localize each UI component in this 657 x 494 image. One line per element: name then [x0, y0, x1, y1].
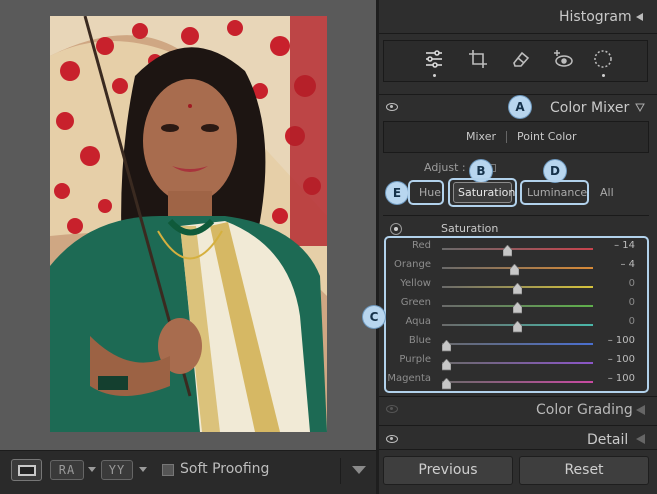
loupe-view-icon	[18, 465, 36, 476]
slider-value[interactable]: – 100	[608, 354, 635, 365]
slider-value[interactable]: 0	[629, 278, 635, 289]
slider-thumb[interactable]	[441, 356, 452, 371]
slider-track[interactable]	[442, 248, 593, 250]
tools-divider	[379, 94, 657, 95]
luminance-button[interactable]: Luminance	[527, 186, 587, 199]
slider-thumb[interactable]	[502, 242, 513, 257]
slider-thumb[interactable]	[512, 318, 523, 333]
histogram-divider	[379, 33, 657, 34]
badge-c: C	[363, 306, 385, 328]
soft-proofing-label: Soft Proofing	[180, 461, 270, 477]
mask-circle-icon[interactable]	[592, 48, 614, 70]
slider-value[interactable]: 0	[629, 297, 635, 308]
slider-label: Orange	[394, 259, 431, 270]
detail-collapse-icon[interactable]	[636, 434, 645, 444]
color-grading-collapse-icon[interactable]	[636, 405, 645, 415]
slider-value[interactable]: – 4	[620, 259, 635, 270]
bottom-divider	[379, 449, 657, 450]
before-after-caret-icon[interactable]	[88, 467, 96, 472]
eraser-icon[interactable]	[510, 48, 532, 70]
color-grading-divider	[379, 396, 657, 397]
slider-row-blue[interactable]: Blue – 100	[383, 335, 647, 353]
badge-d: D	[544, 160, 566, 182]
redeye-icon[interactable]	[552, 48, 574, 70]
loupe-view-button[interactable]	[11, 459, 42, 481]
slider-track[interactable]	[442, 362, 593, 364]
tab-separator	[506, 131, 507, 143]
split-caret-icon[interactable]	[139, 467, 147, 472]
tab-point-color[interactable]: Point Color	[517, 130, 577, 143]
histogram-collapse-icon[interactable]	[636, 13, 643, 21]
slider-row-purple[interactable]: Purple – 100	[383, 354, 647, 372]
lightroom-window: RA YY Soft Proofing Histogram A Color Mi…	[0, 0, 657, 494]
slider-track[interactable]	[442, 381, 593, 383]
detail-header[interactable]: Detail	[587, 432, 628, 448]
sliders-icon[interactable]	[423, 48, 445, 70]
slider-label: Purple	[399, 354, 431, 365]
color-mixer-header[interactable]: Color Mixer	[550, 100, 629, 116]
adjust-label: Adjust :	[424, 161, 466, 174]
saturation-button[interactable]: Saturation	[458, 186, 515, 199]
slider-thumb[interactable]	[509, 261, 520, 276]
slider-label: Blue	[408, 335, 431, 346]
active-tool-dot	[433, 74, 436, 77]
badge-e: E	[386, 182, 408, 204]
slider-row-yellow[interactable]: Yellow 0	[383, 278, 647, 296]
before-after-button[interactable]: RA	[50, 460, 84, 480]
slider-row-magenta[interactable]: Magenta – 100	[383, 373, 647, 391]
slider-row-aqua[interactable]: Aqua 0	[383, 316, 647, 334]
color-grading-header[interactable]: Color Grading	[536, 402, 633, 418]
all-button[interactable]: All	[600, 186, 614, 199]
saturation-group-label: Saturation	[441, 222, 499, 235]
hue-button[interactable]: Hue	[419, 186, 441, 199]
slider-thumb[interactable]	[441, 375, 452, 390]
reset-button[interactable]: Reset	[519, 456, 649, 485]
before-after-split-button[interactable]: YY	[101, 460, 133, 480]
color-grading-eye-icon[interactable]	[386, 405, 398, 413]
slider-thumb[interactable]	[512, 299, 523, 314]
tab-mixer[interactable]: Mixer	[466, 130, 496, 143]
slider-label: Yellow	[400, 278, 431, 289]
slider-row-green[interactable]: Green 0	[383, 297, 647, 315]
crop-icon[interactable]	[467, 48, 489, 70]
slider-row-orange[interactable]: Orange – 4	[383, 259, 647, 277]
histogram-header[interactable]: Histogram	[559, 9, 632, 25]
slider-label: Magenta	[387, 373, 431, 384]
previous-button[interactable]: Previous	[383, 456, 513, 485]
slider-value[interactable]: 0	[629, 316, 635, 327]
slider-label: Red	[412, 240, 431, 251]
toolbar-menu-caret-icon[interactable]	[352, 466, 366, 474]
portrait-photo-icon	[50, 16, 327, 432]
mask-indicator-dot	[602, 74, 605, 77]
detail-divider	[379, 425, 657, 426]
soft-proofing-checkbox[interactable]	[162, 464, 174, 476]
slider-value[interactable]: – 14	[614, 240, 635, 251]
badge-a: A	[509, 96, 531, 118]
group-divider	[383, 215, 649, 216]
slider-value[interactable]: – 100	[608, 335, 635, 346]
photo-canvas	[0, 0, 376, 450]
slider-label: Aqua	[405, 316, 431, 327]
photo-preview[interactable]	[50, 16, 327, 432]
saturation-target-icon[interactable]	[390, 223, 402, 235]
mixer-mode-tabs	[383, 121, 649, 153]
toolbar-separator	[340, 458, 341, 484]
slider-label: Green	[400, 297, 431, 308]
color-mixer-expand-icon[interactable]	[635, 103, 645, 113]
slider-thumb[interactable]	[512, 280, 523, 295]
color-mixer-eye-icon[interactable]	[386, 103, 398, 111]
slider-thumb[interactable]	[441, 337, 452, 352]
slider-value[interactable]: – 100	[608, 373, 635, 384]
slider-track[interactable]	[442, 343, 593, 345]
detail-eye-icon[interactable]	[386, 435, 398, 443]
slider-row-red[interactable]: Red – 14	[383, 240, 647, 258]
